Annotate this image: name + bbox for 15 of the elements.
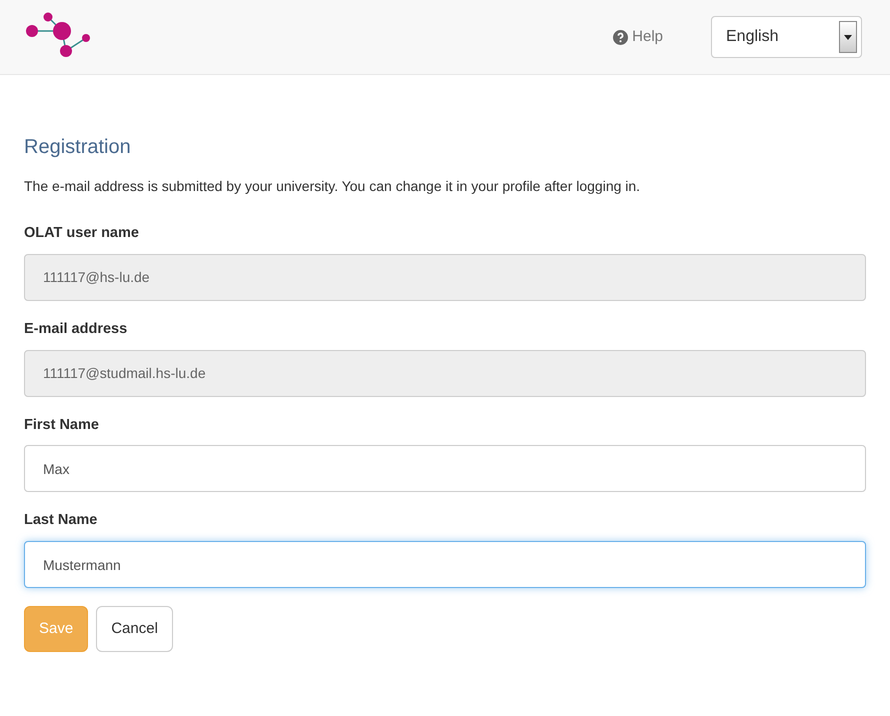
input-field[interactable]: Mustermann — [24, 541, 866, 588]
dropdown-button[interactable] — [839, 21, 857, 53]
intro-text: The e-mail address is submitted by your university. You can change it in your profile after logging in. — [24, 177, 642, 196]
cancel-button[interactable]: Cancel — [96, 606, 173, 652]
help-link[interactable]: Help — [613, 26, 663, 48]
input-field[interactable]: Max — [24, 445, 866, 492]
field-label: OLAT user name — [24, 224, 140, 243]
field-label: First Name — [24, 416, 100, 434]
language-select[interactable]: English — [711, 16, 862, 58]
form-title: Registration — [24, 135, 132, 159]
field-label: Last Name — [24, 511, 98, 530]
caret-icon — [844, 34, 852, 40]
language-value: English — [726, 27, 778, 47]
help-icon — [613, 30, 628, 44]
field-label: E-mail address — [24, 320, 128, 339]
